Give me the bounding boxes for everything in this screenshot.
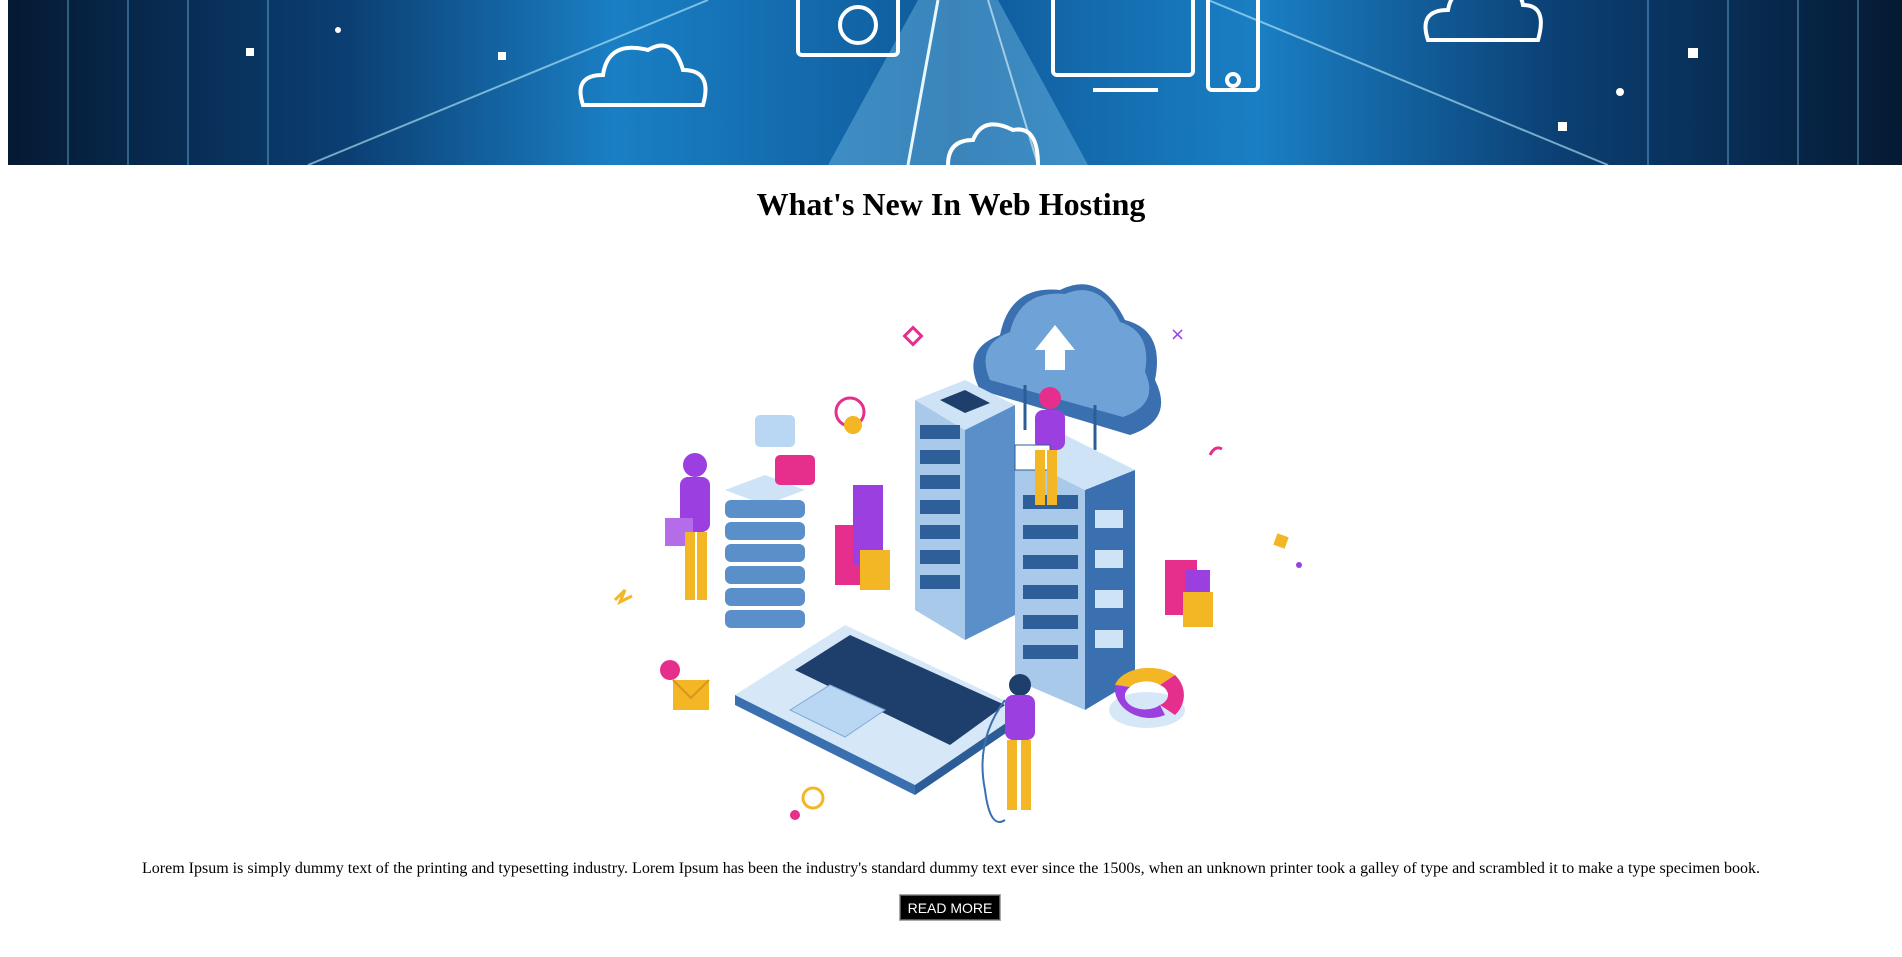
server-rack-right xyxy=(1015,435,1135,710)
bar-chart-blocks-left xyxy=(835,485,890,590)
chat-bubbles-icon xyxy=(755,415,815,485)
person-with-folder xyxy=(665,453,710,600)
hosting-illustration: × xyxy=(595,240,1315,840)
server-rack-tall xyxy=(915,380,1015,640)
isometric-server-illustration: × xyxy=(613,284,1302,823)
svg-text:×: × xyxy=(1170,324,1185,345)
banner-datacenter-image xyxy=(67,0,1859,165)
article-title: What's New In Web Hosting xyxy=(756,186,1146,222)
read-more-button[interactable]: READ MORE xyxy=(900,895,1000,920)
server-stack-small xyxy=(725,475,805,628)
envelope-icon xyxy=(660,660,710,710)
laptop xyxy=(735,625,1025,795)
bar-chart-blocks-right xyxy=(1165,560,1213,627)
article-body: Lorem Ipsum is simply dummy text of the … xyxy=(142,860,1760,877)
hero-banner xyxy=(8,0,1902,165)
